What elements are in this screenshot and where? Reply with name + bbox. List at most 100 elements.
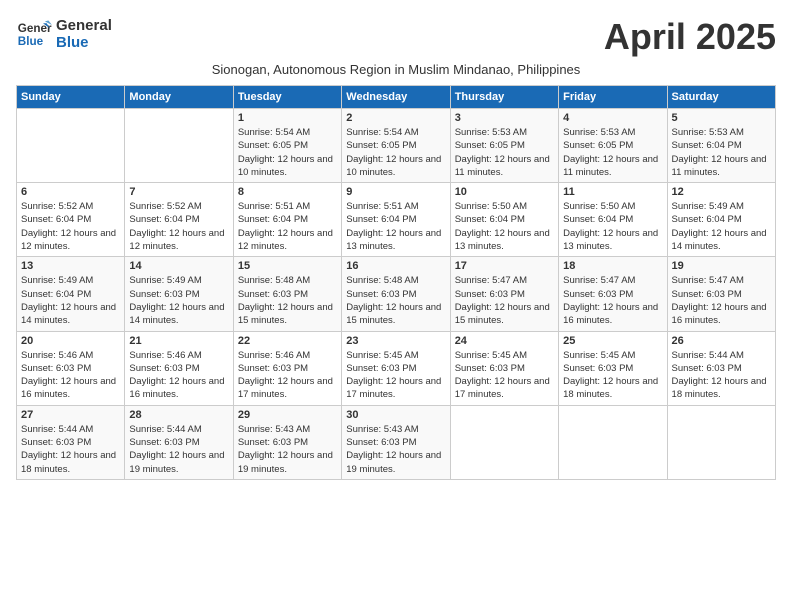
day-info: Sunrise: 5:48 AM Sunset: 6:03 PM Dayligh…	[346, 274, 445, 327]
day-number: 11	[563, 186, 662, 198]
calendar-cell: 6Sunrise: 5:52 AM Sunset: 6:04 PM Daylig…	[17, 183, 125, 257]
month-title: April 2025	[604, 16, 776, 58]
day-info: Sunrise: 5:49 AM Sunset: 6:03 PM Dayligh…	[129, 274, 228, 327]
calendar-cell: 25 Sunrise: 5:45 AM Sunset: 6:03 PM Dayli…	[559, 331, 667, 405]
day-number: 27	[21, 409, 120, 421]
calendar-cell: 10Sunrise: 5:50 AM Sunset: 6:04 PM Dayli…	[450, 183, 558, 257]
calendar-cell: 28Sunrise: 5:44 AM Sunset: 6:03 PM Dayli…	[125, 405, 233, 479]
calendar-cell	[559, 405, 667, 479]
calendar-cell: 13 Sunrise: 5:49 AM Sunset: 6:04 PM Dayli…	[17, 257, 125, 331]
calendar-cell: 22 Sunrise: 5:46 AM Sunset: 6:03 PM Dayli…	[233, 331, 341, 405]
calendar-cell	[450, 405, 558, 479]
day-info: Sunrise: 5:54 AM Sunset: 6:05 PM Dayligh…	[238, 126, 337, 179]
calendar-cell: 30Sunrise: 5:43 AM Sunset: 6:03 PM Dayli…	[342, 405, 450, 479]
calendar-cell: 15 Sunrise: 5:48 AM Sunset: 6:03 PM Dayli…	[233, 257, 341, 331]
calendar-week-2: 6Sunrise: 5:52 AM Sunset: 6:04 PM Daylig…	[17, 183, 776, 257]
calendar-cell: 4Sunrise: 5:53 AM Sunset: 6:05 PM Daylig…	[559, 109, 667, 183]
calendar-cell	[667, 405, 775, 479]
calendar-cell: 24Sunrise: 5:45 AM Sunset: 6:03 PM Dayli…	[450, 331, 558, 405]
day-number: 19	[672, 260, 771, 272]
day-info: Sunrise: 5:53 AM Sunset: 6:05 PM Dayligh…	[455, 126, 554, 179]
day-number: 17	[455, 260, 554, 272]
col-header-monday: Monday	[125, 86, 233, 109]
col-header-friday: Friday	[559, 86, 667, 109]
day-number: 13	[21, 260, 120, 272]
col-header-saturday: Saturday	[667, 86, 775, 109]
day-info: Sunrise: 5:48 AM Sunset: 6:03 PM Dayligh…	[238, 274, 337, 327]
day-info: Sunrise: 5:52 AM Sunset: 6:04 PM Dayligh…	[21, 200, 120, 253]
day-number: 23	[346, 335, 445, 347]
page-header: General Blue General Blue April 2025	[16, 16, 776, 58]
day-number: 16	[346, 260, 445, 272]
day-info: Sunrise: 5:52 AM Sunset: 6:04 PM Dayligh…	[129, 200, 228, 253]
calendar-cell: 23 Sunrise: 5:45 AM Sunset: 6:03 PM Dayli…	[342, 331, 450, 405]
calendar-cell: 17 Sunrise: 5:47 AM Sunset: 6:03 PM Dayli…	[450, 257, 558, 331]
svg-text:Blue: Blue	[18, 35, 44, 48]
day-number: 15	[238, 260, 337, 272]
calendar-body: 1 Sunrise: 5:54 AM Sunset: 6:05 PM Daylig…	[17, 109, 776, 480]
calendar-cell: 7 Sunrise: 5:52 AM Sunset: 6:04 PM Daylig…	[125, 183, 233, 257]
day-number: 22	[238, 335, 337, 347]
day-number: 25	[563, 335, 662, 347]
logo: General Blue General Blue	[16, 16, 112, 52]
calendar-cell: 21 Sunrise: 5:46 AM Sunset: 6:03 PM Dayli…	[125, 331, 233, 405]
logo-blue: Blue	[56, 34, 112, 51]
calendar-week-1: 1 Sunrise: 5:54 AM Sunset: 6:05 PM Daylig…	[17, 109, 776, 183]
calendar-cell: 2 Sunrise: 5:54 AM Sunset: 6:05 PM Daylig…	[342, 109, 450, 183]
day-number: 5	[672, 112, 771, 124]
day-number: 30	[346, 409, 445, 421]
calendar-cell: 12 Sunrise: 5:49 AM Sunset: 6:04 PM Dayli…	[667, 183, 775, 257]
day-info: Sunrise: 5:45 AM Sunset: 6:03 PM Dayligh…	[563, 349, 662, 402]
day-info: Sunrise: 5:44 AM Sunset: 6:03 PM Dayligh…	[21, 423, 120, 476]
calendar-cell: 9Sunrise: 5:51 AM Sunset: 6:04 PM Daylig…	[342, 183, 450, 257]
day-info: Sunrise: 5:51 AM Sunset: 6:04 PM Dayligh…	[346, 200, 445, 253]
logo-general: General	[56, 17, 112, 34]
calendar-week-5: 27 Sunrise: 5:44 AM Sunset: 6:03 PM Dayli…	[17, 405, 776, 479]
calendar-cell: 11Sunrise: 5:50 AM Sunset: 6:04 PM Dayli…	[559, 183, 667, 257]
col-header-tuesday: Tuesday	[233, 86, 341, 109]
day-number: 2	[346, 112, 445, 124]
day-info: Sunrise: 5:45 AM Sunset: 6:03 PM Dayligh…	[455, 349, 554, 402]
calendar-cell: 27 Sunrise: 5:44 AM Sunset: 6:03 PM Dayli…	[17, 405, 125, 479]
calendar-cell	[17, 109, 125, 183]
day-number: 26	[672, 335, 771, 347]
page-subtitle: Sionogan, Autonomous Region in Muslim Mi…	[16, 62, 776, 77]
day-number: 21	[129, 335, 228, 347]
calendar-cell: 14Sunrise: 5:49 AM Sunset: 6:03 PM Dayli…	[125, 257, 233, 331]
day-info: Sunrise: 5:47 AM Sunset: 6:03 PM Dayligh…	[455, 274, 554, 327]
day-number: 8	[238, 186, 337, 198]
day-info: Sunrise: 5:49 AM Sunset: 6:04 PM Dayligh…	[21, 274, 120, 327]
day-info: Sunrise: 5:54 AM Sunset: 6:05 PM Dayligh…	[346, 126, 445, 179]
calendar-cell: 8 Sunrise: 5:51 AM Sunset: 6:04 PM Daylig…	[233, 183, 341, 257]
day-number: 1	[238, 112, 337, 124]
calendar-header-row: SundayMondayTuesdayWednesdayThursdayFrid…	[17, 86, 776, 109]
day-info: Sunrise: 5:45 AM Sunset: 6:03 PM Dayligh…	[346, 349, 445, 402]
day-info: Sunrise: 5:44 AM Sunset: 6:03 PM Dayligh…	[672, 349, 771, 402]
day-number: 7	[129, 186, 228, 198]
logo-icon: General Blue	[16, 16, 52, 52]
day-number: 3	[455, 112, 554, 124]
day-info: Sunrise: 5:49 AM Sunset: 6:04 PM Dayligh…	[672, 200, 771, 253]
calendar-cell: 20Sunrise: 5:46 AM Sunset: 6:03 PM Dayli…	[17, 331, 125, 405]
calendar-week-4: 20 Sunrise: 5:46 AM Sunset: 6:03 PM Dayli…	[17, 331, 776, 405]
day-number: 12	[672, 186, 771, 198]
col-header-thursday: Thursday	[450, 86, 558, 109]
day-info: Sunrise: 5:53 AM Sunset: 6:04 PM Dayligh…	[672, 126, 771, 179]
day-info: Sunrise: 5:51 AM Sunset: 6:04 PM Dayligh…	[238, 200, 337, 253]
day-info: Sunrise: 5:43 AM Sunset: 6:03 PM Dayligh…	[238, 423, 337, 476]
day-info: Sunrise: 5:44 AM Sunset: 6:03 PM Dayligh…	[129, 423, 228, 476]
day-number: 20	[21, 335, 120, 347]
calendar-cell: 1 Sunrise: 5:54 AM Sunset: 6:05 PM Daylig…	[233, 109, 341, 183]
day-number: 10	[455, 186, 554, 198]
day-info: Sunrise: 5:47 AM Sunset: 6:03 PM Dayligh…	[672, 274, 771, 327]
day-number: 29	[238, 409, 337, 421]
calendar-table: SundayMondayTuesdayWednesdayThursdayFrid…	[16, 85, 776, 480]
calendar-week-3: 13 Sunrise: 5:49 AM Sunset: 6:04 PM Dayli…	[17, 257, 776, 331]
calendar-cell: 3 Sunrise: 5:53 AM Sunset: 6:05 PM Daylig…	[450, 109, 558, 183]
calendar-cell: 18Sunrise: 5:47 AM Sunset: 6:03 PM Dayli…	[559, 257, 667, 331]
day-info: Sunrise: 5:46 AM Sunset: 6:03 PM Dayligh…	[129, 349, 228, 402]
day-info: Sunrise: 5:47 AM Sunset: 6:03 PM Dayligh…	[563, 274, 662, 327]
day-info: Sunrise: 5:46 AM Sunset: 6:03 PM Dayligh…	[238, 349, 337, 402]
col-header-wednesday: Wednesday	[342, 86, 450, 109]
calendar-cell	[125, 109, 233, 183]
